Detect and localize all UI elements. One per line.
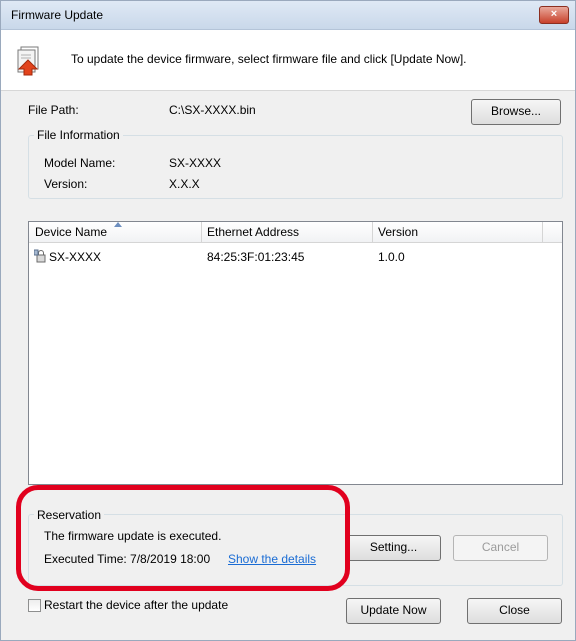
model-name-value: SX-XXXX <box>169 156 222 170</box>
device-lock-icon <box>34 249 46 263</box>
restart-device-label[interactable]: Restart the device after the update <box>44 598 228 612</box>
setting-button-label: Setting... <box>369 540 418 554</box>
cancel-button[interactable]: Cancel <box>453 535 548 561</box>
browse-button-label: Browse... <box>490 104 541 118</box>
close-button[interactable]: Close <box>467 598 562 624</box>
update-now-button[interactable]: Update Now <box>346 598 441 624</box>
instruction-header: To update the device firmware, select fi… <box>1 30 575 91</box>
column-header-ethernet-address[interactable]: Ethernet Address <box>207 225 299 239</box>
instruction-text: To update the device firmware, select fi… <box>71 52 467 66</box>
title-bar[interactable]: Firmware Update × <box>1 1 575 30</box>
firmware-update-dialog: Firmware Update × To update the device f… <box>0 0 576 641</box>
column-header-version[interactable]: Version <box>378 225 418 239</box>
column-separator[interactable] <box>372 222 373 242</box>
file-path-label: File Path: <box>28 103 79 117</box>
version-label: Version: <box>44 177 88 191</box>
column-header-device-name[interactable]: Device Name <box>35 225 107 239</box>
close-window-button[interactable]: × <box>539 6 569 24</box>
firmware-file-icon <box>17 46 39 76</box>
file-path-value: C:\SX-XXXX.bin <box>169 103 256 117</box>
model-name-label: Model Name: <box>44 156 116 170</box>
column-separator[interactable] <box>201 222 202 242</box>
restart-device-checkbox[interactable] <box>28 599 41 612</box>
device-list[interactable]: Device Name Ethernet Address Version SX-… <box>28 221 563 485</box>
sort-ascending-icon <box>114 222 122 227</box>
cancel-button-label: Cancel <box>481 540 520 554</box>
setting-button[interactable]: Setting... <box>346 535 441 561</box>
update-now-button-label: Update Now <box>360 603 427 617</box>
device-list-header: Device Name Ethernet Address Version <box>29 222 562 243</box>
file-information-title: File Information <box>34 128 123 142</box>
column-separator[interactable] <box>542 222 543 242</box>
close-button-label: Close <box>499 603 530 617</box>
reservation-highlight-annotation <box>16 485 350 591</box>
device-name-cell: SX-XXXX <box>49 250 102 264</box>
window-title: Firmware Update <box>11 8 104 22</box>
ethernet-address-cell: 84:25:3F:01:23:45 <box>207 250 305 264</box>
version-cell: 1.0.0 <box>378 250 405 264</box>
version-value: X.X.X <box>169 177 200 191</box>
browse-button[interactable]: Browse... <box>471 99 561 125</box>
